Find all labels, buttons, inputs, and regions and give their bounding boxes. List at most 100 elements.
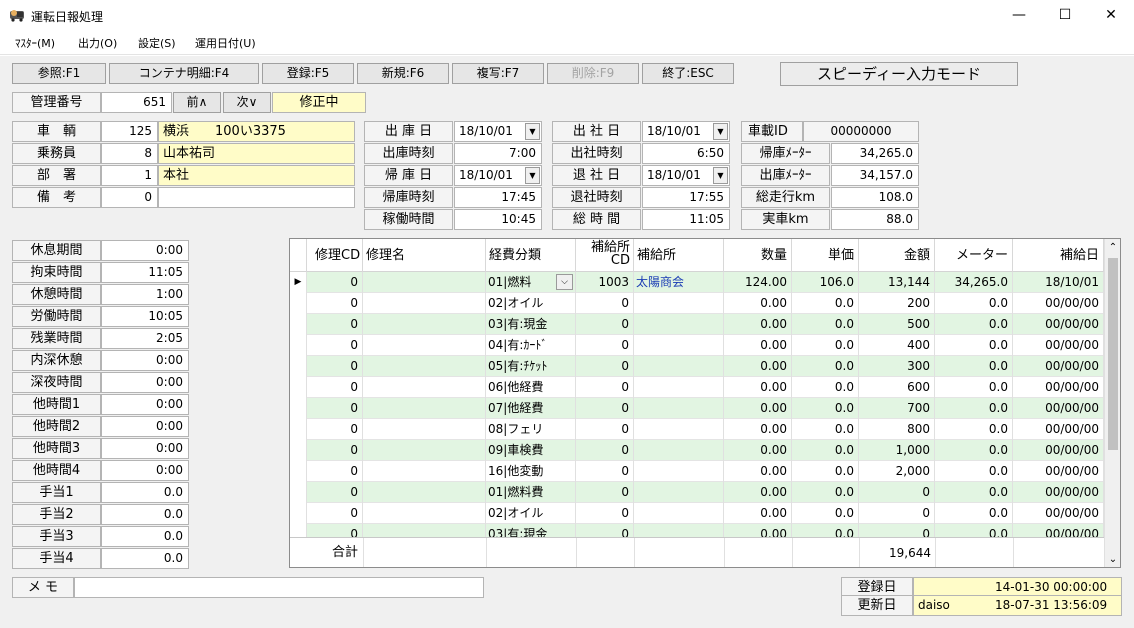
cell-supplier[interactable] bbox=[634, 503, 724, 524]
time-summary-value[interactable]: 0.0 bbox=[101, 548, 189, 569]
row-header[interactable] bbox=[290, 461, 307, 482]
cell-supply-date[interactable]: 00/00/00 bbox=[1013, 419, 1104, 440]
table-row[interactable]: 0 05|有:ﾁｹｯﾄ 0 0.00 0.0 300 0.0 00/00/00 bbox=[290, 356, 1104, 377]
cell-repair-cd[interactable]: 0 bbox=[307, 482, 363, 503]
cell-repair-name[interactable] bbox=[363, 503, 486, 524]
cell-repair-cd[interactable]: 0 bbox=[307, 419, 363, 440]
col-supply-date[interactable]: 補給日 bbox=[1013, 239, 1104, 272]
cell-supply-date[interactable]: 00/00/00 bbox=[1013, 482, 1104, 503]
cell-supplier-cd[interactable]: 0 bbox=[576, 377, 634, 398]
next-record-button[interactable]: 次∨ bbox=[223, 92, 271, 113]
row-header[interactable] bbox=[290, 503, 307, 524]
cell-supply-date[interactable]: 00/00/00 bbox=[1013, 398, 1104, 419]
col-supplier-cd[interactable]: 補給所 CD bbox=[576, 239, 634, 272]
cell-expense-category[interactable]: 04|有:ｶｰﾄﾞ bbox=[486, 335, 576, 356]
speedy-input-mode-button[interactable]: スピーディー入力モード bbox=[780, 62, 1018, 86]
cell-repair-name[interactable] bbox=[363, 461, 486, 482]
cell-supplier-cd[interactable]: 0 bbox=[576, 335, 634, 356]
table-row[interactable]: 0 02|オイル 0 0.00 0.0 200 0.0 00/00/00 bbox=[290, 293, 1104, 314]
minimize-button[interactable]: — bbox=[996, 0, 1042, 31]
cell-repair-name[interactable] bbox=[363, 398, 486, 419]
cell-meter[interactable]: 0.0 bbox=[935, 335, 1013, 356]
cell-supplier-cd[interactable]: 0 bbox=[576, 461, 634, 482]
row-header[interactable] bbox=[290, 377, 307, 398]
cell-expense-category[interactable]: 16|他変動 bbox=[486, 461, 576, 482]
cell-repair-name[interactable] bbox=[363, 314, 486, 335]
actual-distance-field[interactable]: 88.0 bbox=[831, 209, 919, 230]
menu-master[interactable]: ﾏｽﾀｰ(M) bbox=[15, 35, 55, 51]
cell-supplier[interactable] bbox=[634, 356, 724, 377]
cell-amount[interactable]: 200 bbox=[859, 293, 935, 314]
cell-unit-price[interactable]: 0.0 bbox=[792, 377, 859, 398]
time-summary-value[interactable]: 0:00 bbox=[101, 438, 189, 459]
cell-unit-price[interactable]: 0.0 bbox=[792, 398, 859, 419]
time-summary-value[interactable]: 0:00 bbox=[101, 394, 189, 415]
cell-repair-cd[interactable]: 0 bbox=[307, 377, 363, 398]
prev-record-button[interactable]: 前∧ bbox=[173, 92, 221, 113]
col-amount[interactable]: 金額 bbox=[859, 239, 935, 272]
cell-quantity[interactable]: 0.00 bbox=[724, 482, 792, 503]
cell-supplier[interactable] bbox=[634, 461, 724, 482]
table-row[interactable]: 0 01|燃料費 0 0.00 0.0 0 0.0 00/00/00 bbox=[290, 482, 1104, 503]
cell-repair-cd[interactable]: 0 bbox=[307, 440, 363, 461]
cell-supplier[interactable] bbox=[634, 482, 724, 503]
time-summary-value[interactable]: 1:00 bbox=[101, 284, 189, 305]
dept-name-field[interactable]: 本社 bbox=[158, 165, 355, 186]
current-row-indicator-icon[interactable]: ▶ bbox=[290, 272, 307, 293]
cell-supplier[interactable] bbox=[634, 314, 724, 335]
office-out-date-picker[interactable]: 18/10/01 ▼ bbox=[642, 165, 730, 186]
time-summary-value[interactable]: 0:00 bbox=[101, 240, 189, 261]
note-code-field[interactable]: 0 bbox=[101, 187, 158, 208]
col-quantity[interactable]: 数量 bbox=[724, 239, 792, 272]
office-in-date-picker[interactable]: 18/10/01 ▼ bbox=[642, 121, 730, 142]
driver-code-field[interactable]: 8 bbox=[101, 143, 158, 164]
time-summary-value[interactable]: 10:05 bbox=[101, 306, 189, 327]
cell-unit-price[interactable]: 106.0 bbox=[792, 272, 859, 293]
dropdown-arrow-icon[interactable]: ▼ bbox=[713, 167, 728, 184]
col-meter[interactable]: メーター bbox=[935, 239, 1013, 272]
table-row[interactable]: 0 07|他経費 0 0.00 0.0 700 0.0 00/00/00 bbox=[290, 398, 1104, 419]
dropdown-arrow-icon[interactable]: ▼ bbox=[525, 167, 540, 184]
col-unit-price[interactable]: 単価 bbox=[792, 239, 859, 272]
office-in-time-field[interactable]: 6:50 bbox=[642, 143, 730, 164]
cell-supply-date[interactable]: 00/00/00 bbox=[1013, 377, 1104, 398]
reference-button[interactable]: 参照:F1 bbox=[12, 63, 106, 84]
cell-repair-cd[interactable]: 0 bbox=[307, 335, 363, 356]
cell-quantity[interactable]: 0.00 bbox=[724, 356, 792, 377]
exit-button[interactable]: 終了:ESC bbox=[642, 63, 734, 84]
cell-amount[interactable]: 13,144 bbox=[859, 272, 935, 293]
cell-repair-name[interactable] bbox=[363, 440, 486, 461]
cell-quantity[interactable]: 0.00 bbox=[724, 293, 792, 314]
cell-expense-category[interactable]: 01|燃料費 bbox=[486, 482, 576, 503]
copy-button[interactable]: 複写:F7 bbox=[452, 63, 544, 84]
cell-supply-date[interactable]: 00/00/00 bbox=[1013, 503, 1104, 524]
dropdown-arrow-icon[interactable]: ▼ bbox=[713, 123, 728, 140]
cell-supplier[interactable] bbox=[634, 398, 724, 419]
cell-supplier[interactable] bbox=[634, 419, 724, 440]
time-summary-value[interactable]: 0.0 bbox=[101, 526, 189, 547]
cell-supply-date[interactable]: 00/00/00 bbox=[1013, 293, 1104, 314]
cell-quantity[interactable]: 0.00 bbox=[724, 419, 792, 440]
cell-supplier-cd[interactable]: 0 bbox=[576, 398, 634, 419]
row-header[interactable] bbox=[290, 293, 307, 314]
cell-quantity[interactable]: 0.00 bbox=[724, 377, 792, 398]
menu-operation-date[interactable]: 運用日付(U) bbox=[195, 35, 256, 51]
record-number-field[interactable]: 651 bbox=[101, 92, 172, 113]
cell-expense-category[interactable]: 09|車検費 bbox=[486, 440, 576, 461]
cell-unit-price[interactable]: 0.0 bbox=[792, 293, 859, 314]
cell-supplier-cd[interactable]: 0 bbox=[576, 503, 634, 524]
cell-expense-category[interactable]: 02|オイル bbox=[486, 293, 576, 314]
cell-repair-name[interactable] bbox=[363, 335, 486, 356]
cell-amount[interactable]: 0 bbox=[859, 503, 935, 524]
cell-expense-category[interactable]: 06|他経費 bbox=[486, 377, 576, 398]
cell-supplier[interactable] bbox=[634, 293, 724, 314]
cell-expense-category[interactable]: 03|有:現金 bbox=[486, 314, 576, 335]
cell-amount[interactable]: 2,000 bbox=[859, 461, 935, 482]
return-time-field[interactable]: 17:45 bbox=[454, 187, 542, 208]
cell-supplier[interactable] bbox=[634, 440, 724, 461]
cell-repair-name[interactable] bbox=[363, 419, 486, 440]
scroll-down-icon[interactable]: ⌄ bbox=[1105, 551, 1120, 567]
departure-date-picker[interactable]: 18/10/01 ▼ bbox=[454, 121, 542, 142]
cell-expense-category[interactable]: 05|有:ﾁｹｯﾄ bbox=[486, 356, 576, 377]
cell-unit-price[interactable]: 0.0 bbox=[792, 314, 859, 335]
